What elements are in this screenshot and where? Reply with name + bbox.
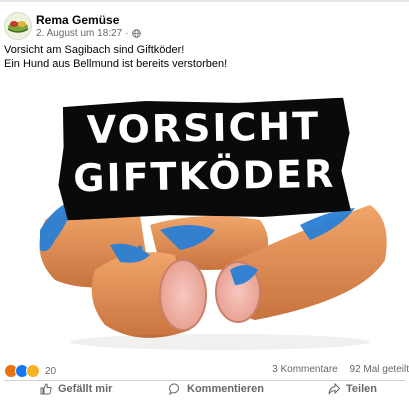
- post-text-line: Vorsicht am Sagibach sind Giftköder!: [4, 44, 185, 56]
- meta-separator: ·: [125, 28, 129, 39]
- author-name[interactable]: Rema Gemüse: [36, 13, 119, 27]
- post-date[interactable]: 2. August um 18:27: [36, 28, 122, 39]
- share-button[interactable]: Teilen: [328, 383, 377, 395]
- reactions-summary[interactable]: 20: [4, 364, 56, 378]
- share-label: Teilen: [346, 383, 377, 395]
- post-header: Rema Gemüse 2. August um 18:27 ·: [4, 10, 404, 46]
- globe-icon: [131, 29, 141, 38]
- post-image[interactable]: VORSICHT GIFTKÖDER: [0, 80, 409, 360]
- comment-label: Kommentieren: [187, 383, 265, 395]
- actions-divider: [4, 380, 405, 381]
- warning-banner: VORSICHT GIFTKÖDER: [57, 97, 351, 220]
- sad-icon: [26, 364, 40, 378]
- like-button[interactable]: Gefällt mir: [40, 383, 112, 395]
- comment-icon: [169, 383, 180, 395]
- post-text: Vorsicht am Sagibach sind Giftköder! Ein…: [4, 43, 404, 71]
- post-stats: 20 3 Kommentare 92 Mal geteilt: [4, 364, 409, 378]
- comments-count[interactable]: 3 Kommentare: [272, 364, 338, 375]
- thumbs-up-icon: [40, 383, 52, 395]
- banner-line-2: GIFTKÖDER: [72, 151, 336, 201]
- top-divider: [0, 0, 409, 2]
- reaction-count: 20: [45, 365, 57, 377]
- shares-count[interactable]: 92 Mal geteilt: [350, 364, 409, 375]
- like-label: Gefällt mir: [58, 383, 113, 395]
- post-text-line: Ein Hund aus Bellmund ist bereits versto…: [4, 58, 228, 70]
- share-icon: [328, 383, 340, 395]
- banner-line-1: VORSICHT: [86, 103, 321, 153]
- comment-button[interactable]: Kommentieren: [169, 383, 264, 395]
- post-meta: 2. August um 18:27 ·: [36, 28, 141, 39]
- post-actions: Gefällt mir Kommentieren Teilen: [0, 383, 409, 400]
- avatar[interactable]: [4, 12, 32, 40]
